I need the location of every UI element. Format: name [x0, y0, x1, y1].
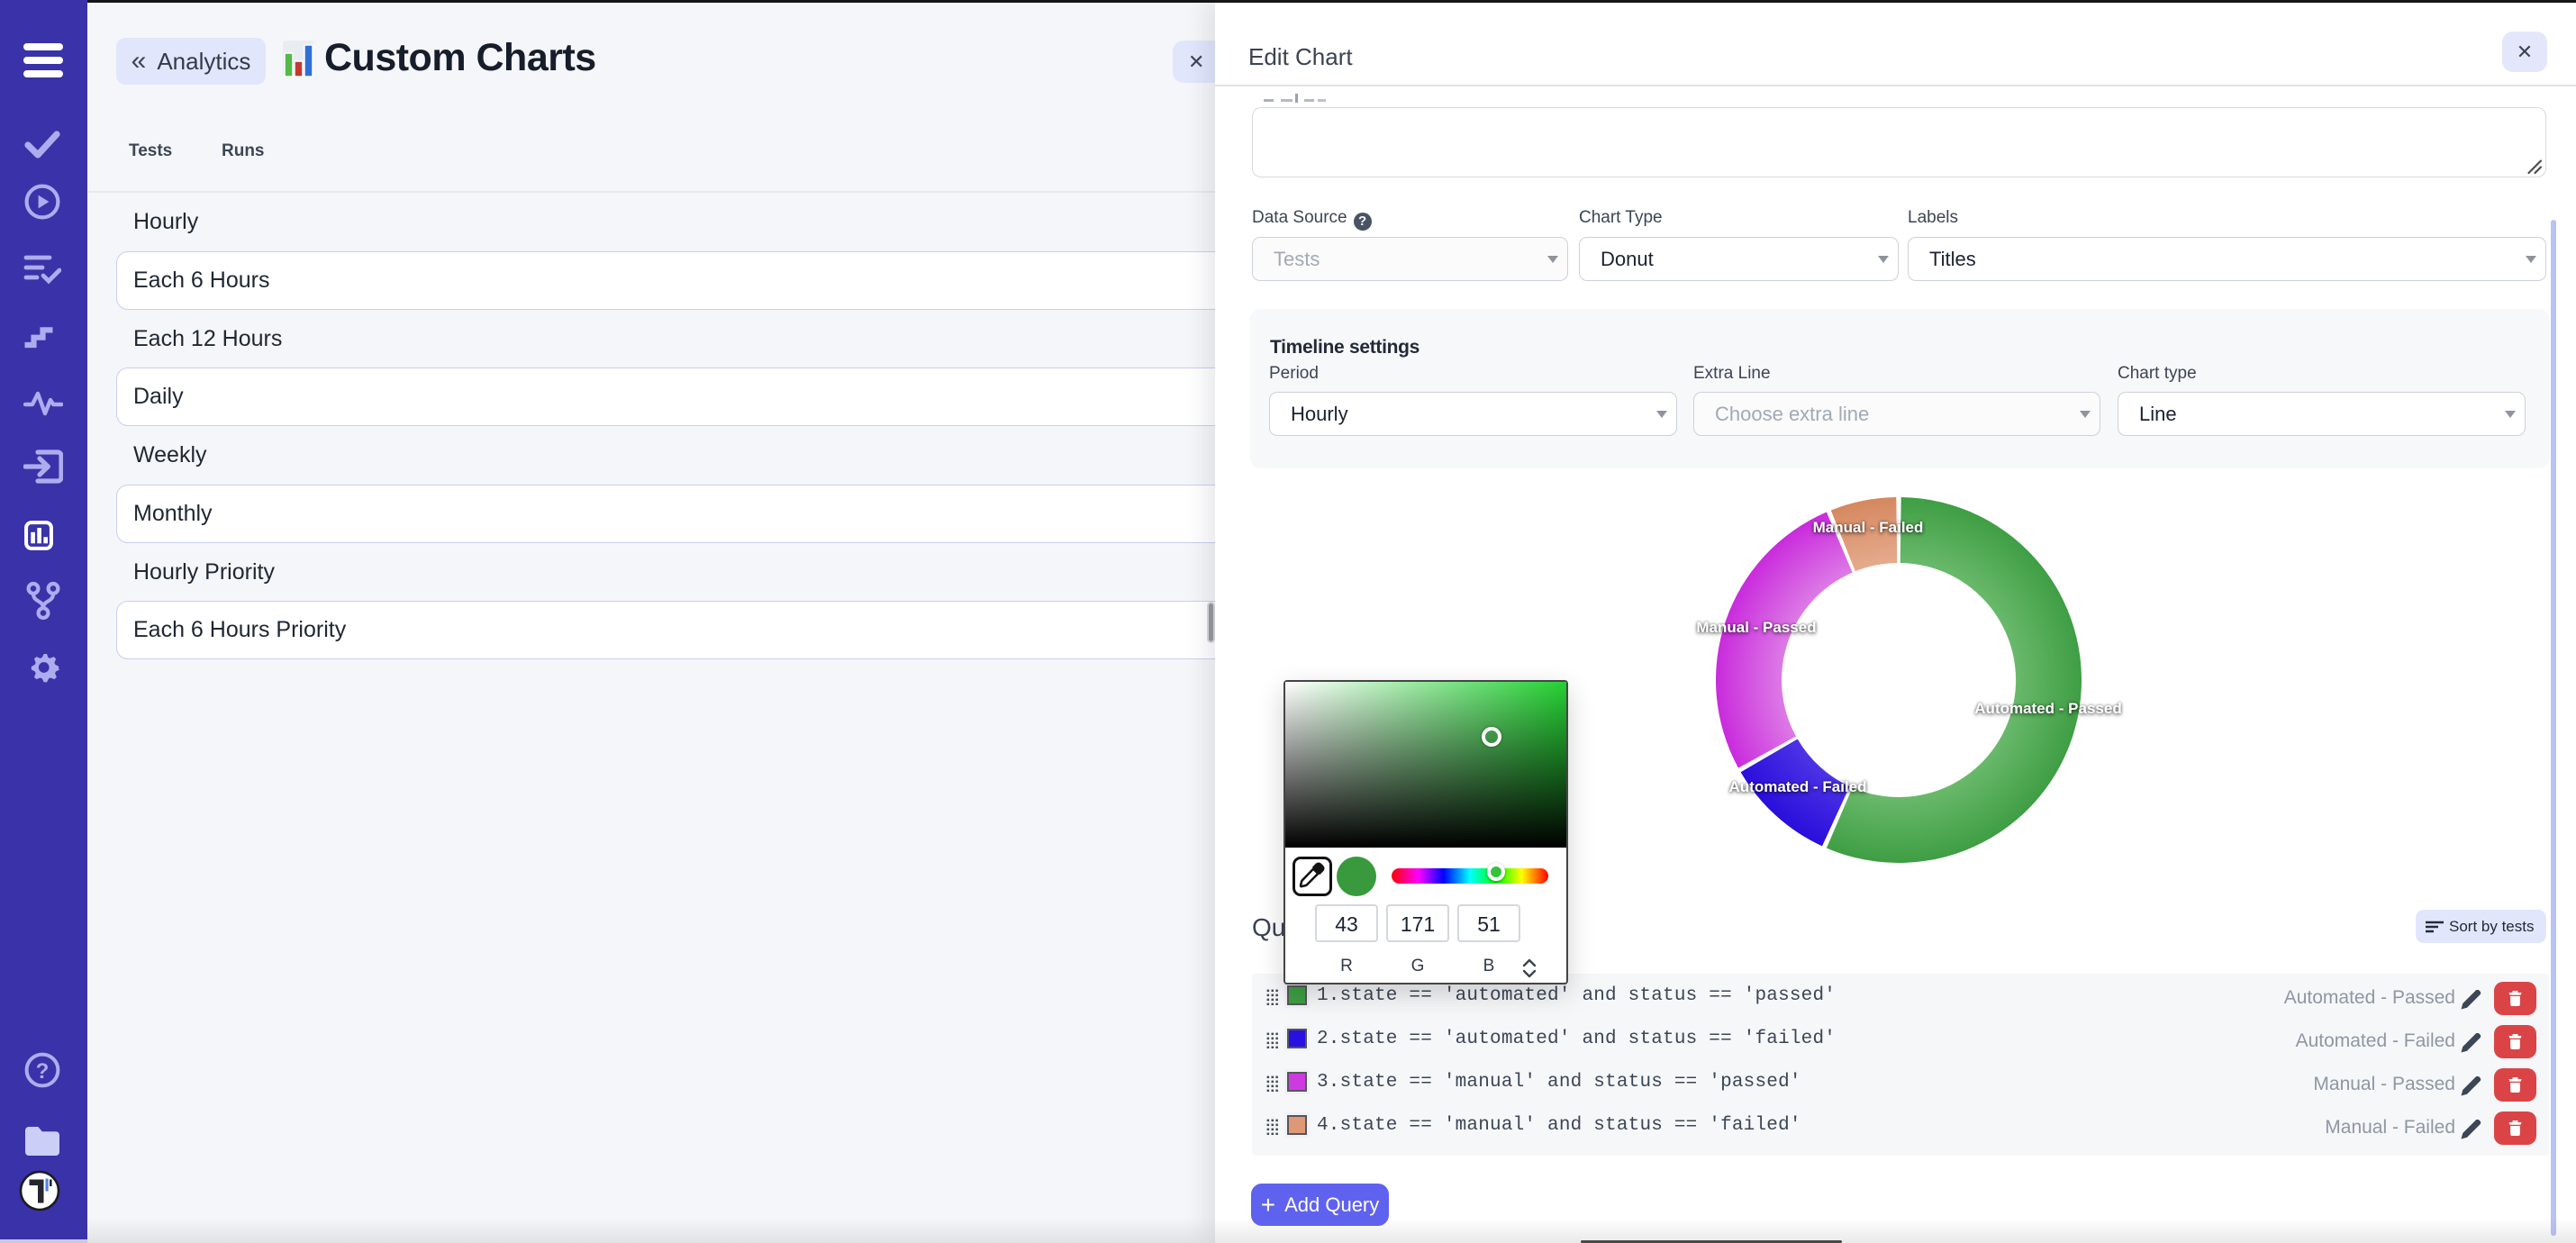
svg-text:?: ? [36, 1059, 50, 1084]
